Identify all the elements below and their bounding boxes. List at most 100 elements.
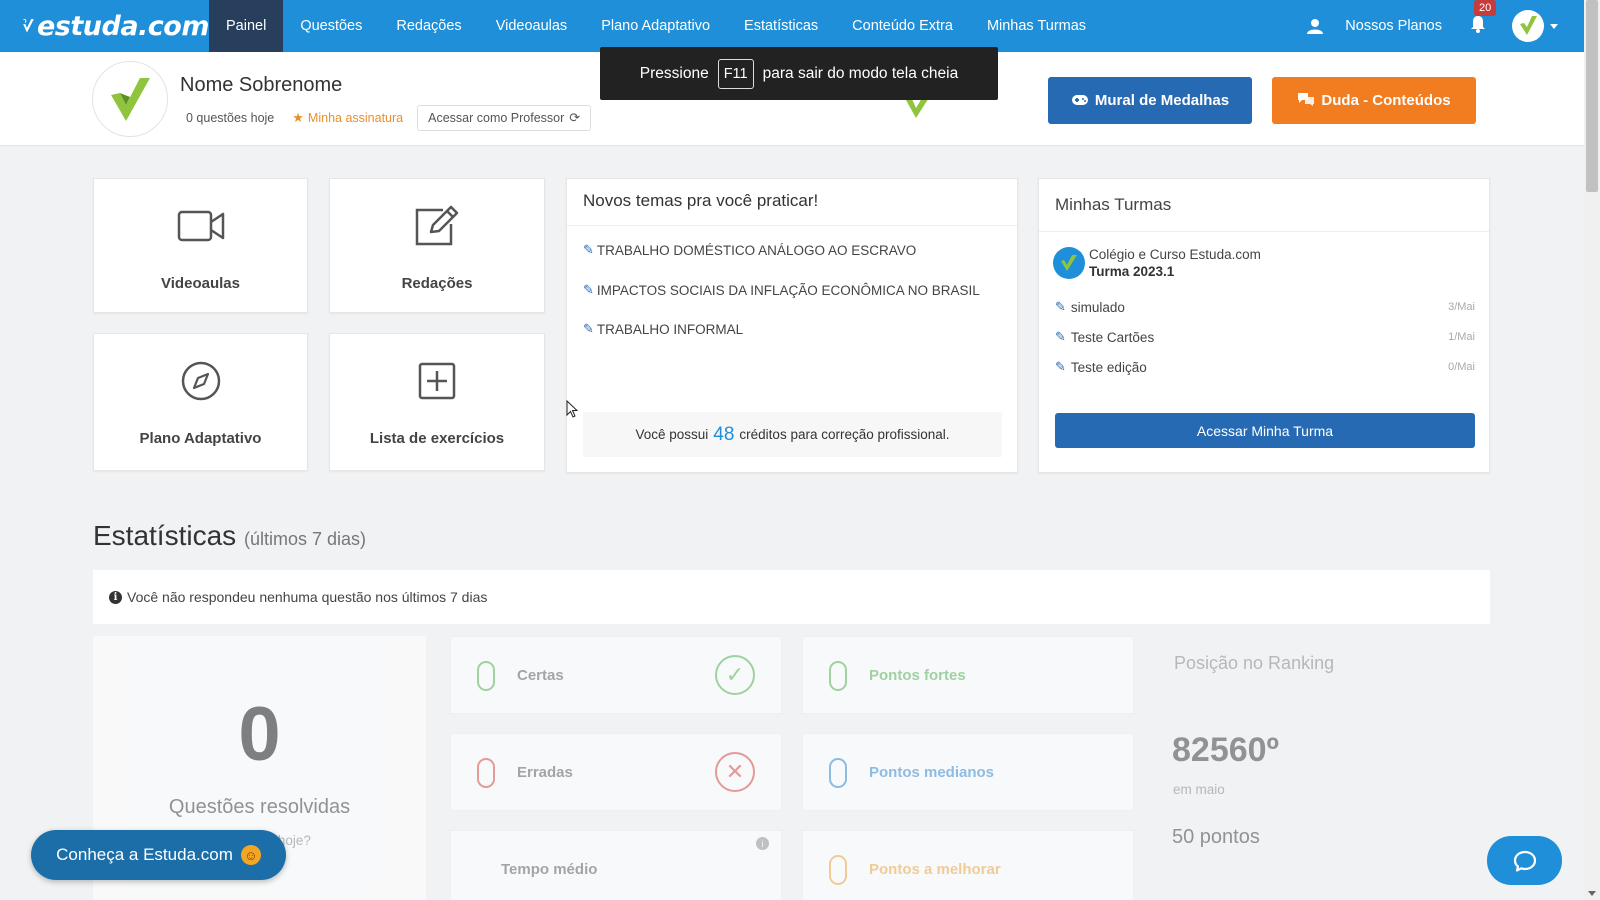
access-turma-button[interactable]: Acessar Minha Turma [1055,413,1475,448]
duda-button[interactable]: Duda - Conteúdos [1272,77,1476,124]
scrollbar-thumb[interactable] [1586,0,1598,192]
fullscreen-toast: Pressione F11 para sair do modo tela che… [600,47,998,100]
stat-wrong: Erradas ✕ [450,733,782,811]
check-circle-icon: ✓ [715,655,755,695]
divider [1039,231,1489,232]
pencil-icon: ✎ [583,321,594,336]
credits-box: Você possui 48 créditos para correção pr… [583,412,1002,457]
nav-plans-link[interactable]: Nossos Planos [1345,18,1442,34]
turma-activity-row[interactable]: ✎ Teste Cartões 1/Mai [1055,329,1475,345]
stat-correct: Certas ✓ [450,636,782,714]
tile-videoaulas-label: Videoaulas [161,275,240,292]
stat-strong: Pontos fortes [802,636,1134,714]
zero-marker [477,661,495,691]
avatar-check-icon [1520,16,1537,35]
profile-avatar[interactable] [92,61,168,137]
turmas-title: Minhas Turmas [1055,195,1172,214]
stat-strong-label: Pontos fortes [869,667,966,684]
profile-check-icon [111,78,150,121]
gamepad-icon [1071,93,1089,109]
chat-bubbles-icon [1297,92,1315,110]
divider [567,225,1017,226]
themes-card: Novos temas pra você praticar! ✎ TRABALH… [566,178,1018,473]
scroll-down-arrow-icon[interactable] [1588,891,1596,896]
themes-title: Novos temas pra você praticar! [583,191,819,210]
pencil-icon: ✎ [583,242,594,257]
zero-marker [829,758,847,788]
tile-redacoes-label: Redações [401,275,473,292]
edit-square-icon: ✎ [1055,329,1066,344]
credits-prefix: Você possui [635,427,709,442]
stats-title: Estatísticas (últimos 7 dias) [93,520,366,552]
info-icon[interactable]: i [756,837,769,850]
smile-icon: ☺ [240,845,261,865]
ranking-points: 50 pontos [1172,826,1260,848]
tile-redacoes[interactable]: Redações [329,178,545,313]
pencil-icon: ✎ [583,282,594,297]
conheca-button[interactable]: Conheça a Estuda.com ☺ [31,830,286,880]
nav-item-questoes[interactable]: Questões [283,0,379,52]
turma-activity-row[interactable]: ✎ Teste edição 0/Mai [1055,359,1475,375]
nav-item-painel[interactable]: Painel [209,0,284,52]
stat-improve-label: Pontos a melhorar [869,861,1001,878]
brand-logo[interactable]: estuda.com [0,0,210,52]
nav-item-estatisticas[interactable]: Estatísticas [727,0,835,52]
chat-icon [1513,850,1536,872]
tile-plano-adaptativo[interactable]: Plano Adaptativo [93,333,308,471]
stat-time: Tempo médio i [450,830,782,900]
nav-item-minhas-turmas[interactable]: Minhas Turmas [970,0,1103,52]
class-name: Turma 2023.1 [1089,264,1175,279]
user-avatar-menu[interactable] [1512,10,1544,42]
activity-date: 3/Mai [1448,301,1475,313]
video-camera-icon [177,201,225,251]
zero-marker [829,855,847,885]
tile-plano-adaptativo-label: Plano Adaptativo [139,430,262,447]
nav-item-videoaulas[interactable]: Videoaulas [479,0,585,52]
chat-button[interactable] [1487,836,1562,885]
theme-item-label: TRABALHO DOMÉSTICO ANÁLOGO AO ESCRAVO [596,242,917,258]
check-logo-icon [23,18,34,33]
turma-activity-row[interactable]: ✎ simulado 3/Mai [1055,299,1475,315]
tile-lista-exercicios-label: Lista de exercícios [369,430,505,447]
activity-label: Teste edição [1070,359,1147,375]
compass-icon [180,356,222,406]
edit-icon [413,201,461,251]
medals-button[interactable]: Mural de Medalhas [1048,77,1252,124]
tile-lista-exercicios[interactable]: Lista de exercícios [329,333,545,471]
school-logo-icon [1053,247,1085,279]
theme-item[interactable]: ✎ TRABALHO DOMÉSTICO ANÁLOGO AO ESCRAVO [583,242,916,258]
teacher-access-button[interactable]: Acessar como Professor ⟳ [417,105,592,131]
zero-marker [829,661,847,691]
stat-time-label: Tempo médio [501,861,598,878]
teacher-access-label: Acessar como Professor [428,111,565,125]
stats-title-text: Estatísticas [93,520,237,551]
stats-info-text: Você não respondeu nenhuma questão nos ú… [127,589,488,605]
tile-videoaulas[interactable]: Videoaulas [93,178,308,313]
profile-name: Nome Sobrenome [180,74,343,96]
stats-info-bar: i Você não respondeu nenhuma questão nos… [93,570,1490,624]
page-scrollbar[interactable] [1584,0,1600,900]
stat-medium-label: Pontos medianos [869,764,995,781]
nav-item-redacoes[interactable]: Redações [379,0,478,52]
edit-square-icon: ✎ [1055,299,1066,314]
nav-item-plano-adaptativo[interactable]: Plano Adaptativo [584,0,727,52]
refresh-icon: ⟳ [569,110,581,125]
questions-solved-label: Questões resolvidas [168,796,351,818]
stat-improve: Pontos a melhorar [802,830,1134,900]
chevron-down-icon[interactable] [1550,23,1558,29]
notifications-badge: 20 [1474,0,1497,16]
user-switch-icon[interactable] [1305,16,1325,36]
activity-date: 0/Mai [1448,361,1475,373]
zero-marker [477,758,495,788]
stat-wrong-label: Erradas [517,764,573,781]
notifications-button[interactable]: 20 [1470,0,1497,37]
plus-square-icon [417,356,457,406]
ranking-period: em maio [1173,782,1225,797]
subscription-link[interactable]: ★ Minha assinatura [292,110,403,126]
duda-label: Duda - Conteúdos [1321,92,1451,109]
nav-item-conteudo-extra[interactable]: Conteúdo Extra [835,0,970,52]
theme-item[interactable]: ✎ IMPACTOS SOCIAIS DA INFLAÇÃO ECONÔMICA… [583,282,980,298]
brand-name: estuda.com [36,10,210,42]
top-navbar: estuda.com Painel Questões Redações Vide… [0,0,1584,52]
theme-item[interactable]: ✎ TRABALHO INFORMAL [583,321,743,337]
